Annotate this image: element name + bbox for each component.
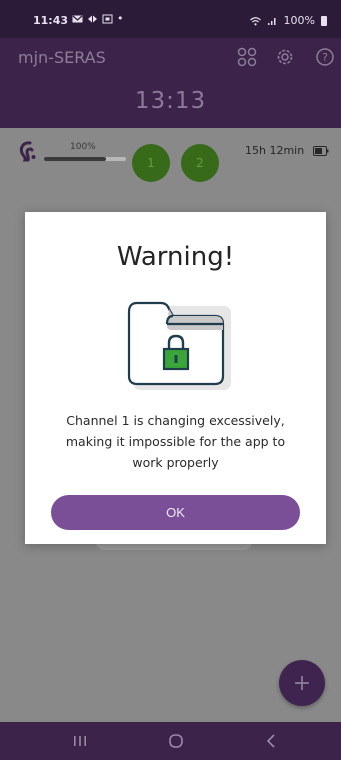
- status-left-icons: •: [72, 12, 124, 25]
- status-right: 100%: [249, 14, 327, 27]
- volume-fill: [44, 157, 106, 161]
- device-battery-icon: [313, 146, 329, 156]
- help-icon[interactable]: ?: [314, 46, 336, 68]
- gear-icon[interactable]: [274, 46, 296, 68]
- locked-folder-icon: [127, 301, 231, 390]
- recents-icon[interactable]: [70, 732, 90, 750]
- volume-slider[interactable]: [44, 157, 126, 161]
- status-bar: 11:43 • 100%: [0, 0, 341, 38]
- battery-time: 15h 12min: [245, 144, 305, 157]
- ear-icon: [19, 141, 36, 162]
- grid-icon[interactable]: [236, 46, 258, 68]
- mail-icon: [72, 15, 83, 22]
- status-battery-text: 100%: [283, 14, 315, 27]
- app-title: mjn-SERAS: [18, 48, 106, 67]
- app-header: mjn-SERAS ? 13:13: [0, 38, 341, 128]
- program-button-2[interactable]: 2: [181, 144, 219, 182]
- status-time: 11:43: [33, 14, 69, 27]
- data-saver-icon: [88, 15, 97, 22]
- nav-bar: [0, 722, 341, 760]
- battery-icon: [321, 15, 327, 26]
- status-dot: •: [117, 12, 124, 25]
- wifi-icon: [249, 16, 261, 25]
- warning-dialog: Warning! Channel 1 is changing excessive…: [25, 212, 326, 544]
- add-button[interactable]: +: [279, 660, 325, 706]
- dialog-message: Channel 1 is changing excessively, makin…: [65, 413, 286, 470]
- dialog-title: Warning!: [116, 242, 235, 272]
- clock: 13:13: [134, 88, 207, 114]
- volume-label: 100%: [70, 142, 96, 152]
- home-icon[interactable]: [166, 732, 186, 750]
- program-button-1[interactable]: 1: [132, 144, 170, 182]
- ok-button[interactable]: OK: [51, 495, 300, 530]
- device-row: 100% 1 2 15h 12min: [0, 128, 341, 186]
- screenshot-icon: [102, 14, 113, 23]
- svg-text:?: ?: [322, 51, 328, 64]
- signal-icon: [267, 17, 276, 25]
- back-icon[interactable]: [262, 732, 282, 750]
